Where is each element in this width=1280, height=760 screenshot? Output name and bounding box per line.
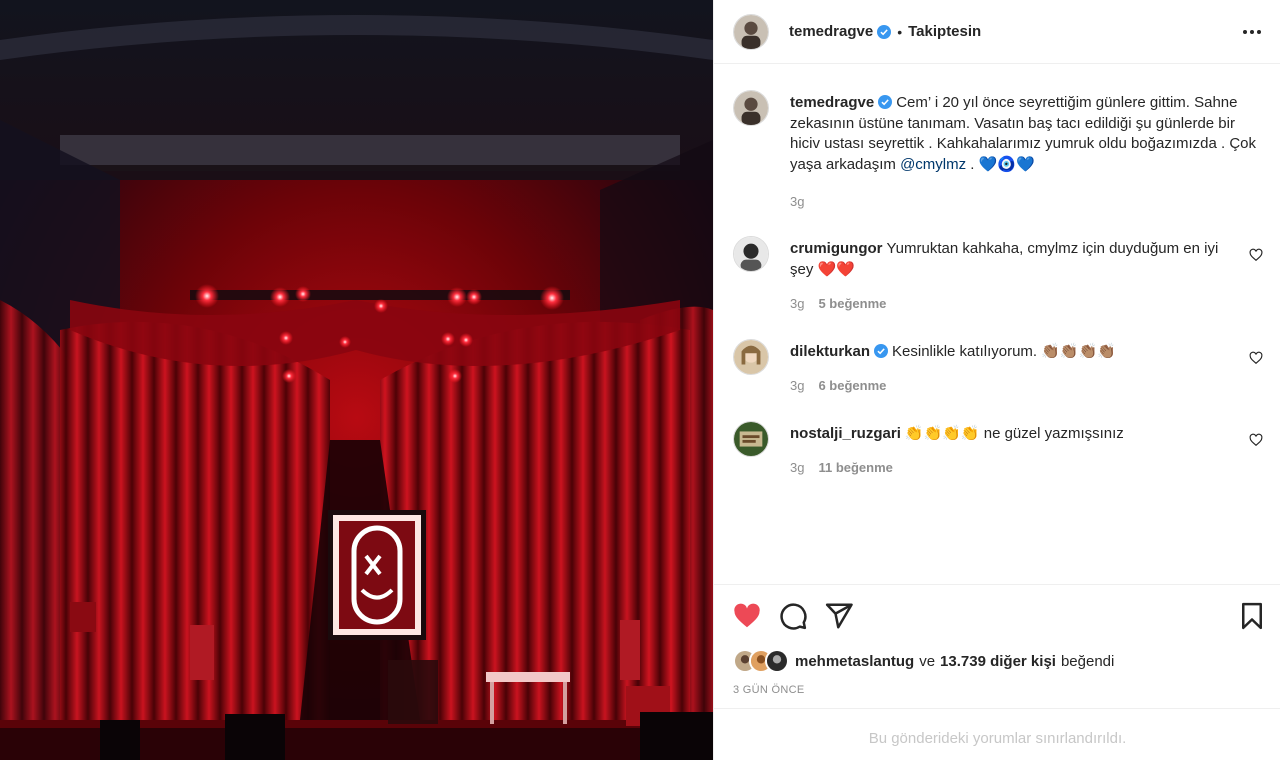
comment-item: dilekturkan Kesinlikle katılıyorum. 👏🏽👏🏽👏… bbox=[733, 339, 1263, 399]
likes-suffix: beğendi bbox=[1060, 652, 1115, 670]
likes-summary: mehmetaslantug ve 13.739 diğer kişi beğe… bbox=[733, 648, 1114, 674]
caption-username[interactable]: temedragve bbox=[790, 94, 874, 111]
comment-time[interactable]: 3g bbox=[790, 460, 804, 475]
caption-author-avatar[interactable] bbox=[733, 90, 769, 126]
post-caption: temedragve Cem’ i 20 yıl önce seyrettiğim… bbox=[733, 90, 1263, 210]
comment-item: nostalji_ruzgari 👏👏👏👏 ne güzel yazmışsını… bbox=[733, 421, 1263, 481]
comment-likes[interactable]: 5 beğenme bbox=[818, 296, 886, 311]
more-horizontal-icon[interactable] bbox=[1241, 22, 1263, 42]
comment-time[interactable]: 3g bbox=[790, 378, 804, 393]
commenter-avatar[interactable] bbox=[733, 236, 769, 272]
caption-text-end: . 💙🧿💙 bbox=[966, 155, 1035, 173]
comment-item: crumigungor Yumruktan kahkaha, cmylmz içi… bbox=[733, 236, 1263, 316]
comment-time[interactable]: 3g bbox=[790, 296, 804, 311]
first-liker-username[interactable]: mehmetaslantug bbox=[795, 653, 914, 670]
caption-mention-link[interactable]: @cmylmz bbox=[900, 156, 966, 173]
comment-likes[interactable]: 6 beğenme bbox=[818, 378, 886, 393]
comment-like-icon[interactable] bbox=[1249, 433, 1263, 447]
likes-connector: ve bbox=[919, 652, 936, 670]
commenter-username[interactable]: dilekturkan bbox=[790, 343, 870, 360]
comment-meta: 3g 5 beğenme bbox=[790, 296, 886, 311]
comment-meta: 3g 6 beğenme bbox=[790, 378, 886, 393]
verified-badge-icon bbox=[877, 24, 892, 39]
comments-restricted-notice: Bu gönderideki yorumlar sınırlandırıldı. bbox=[714, 708, 1280, 760]
author-username[interactable]: temedragve bbox=[789, 23, 873, 40]
caption-time[interactable]: 3g bbox=[790, 194, 804, 209]
comments-list[interactable]: temedragve Cem’ i 20 yıl önce seyrettiğim… bbox=[714, 64, 1280, 584]
commenter-avatar[interactable] bbox=[733, 339, 769, 375]
commenter-avatar[interactable] bbox=[733, 421, 769, 457]
post-photo[interactable] bbox=[0, 0, 713, 760]
comment-body: crumigungor Yumruktan kahkaha, cmylmz içi… bbox=[790, 239, 1237, 280]
comment-body: dilekturkan Kesinlikle katılıyorum. 👏🏽👏🏽👏… bbox=[790, 342, 1237, 363]
verified-badge-icon bbox=[874, 344, 889, 358]
liker-avatar bbox=[765, 649, 789, 673]
paper-plane-icon[interactable] bbox=[824, 601, 854, 631]
comment-bubble-icon[interactable] bbox=[778, 601, 808, 631]
liker-avatars[interactable] bbox=[733, 649, 791, 673]
caption-body: temedragve Cem’ i 20 yıl önce seyrettiğim… bbox=[790, 93, 1263, 175]
comment-like-icon[interactable] bbox=[1249, 351, 1263, 365]
post-detail-panel: temedragve • Takiptesin temedragve Cem’ i… bbox=[713, 0, 1280, 760]
heart-filled-icon[interactable] bbox=[732, 601, 762, 631]
bookmark-icon[interactable] bbox=[1237, 601, 1267, 631]
commenter-username[interactable]: nostalji_ruzgari bbox=[790, 425, 901, 442]
post-date[interactable]: 3 GÜN ÖNCE bbox=[733, 684, 804, 696]
comment-like-icon[interactable] bbox=[1249, 248, 1263, 262]
commenter-username[interactable]: crumigungor bbox=[790, 240, 883, 257]
post-header: temedragve • Takiptesin bbox=[714, 0, 1280, 64]
following-status-button[interactable]: Takiptesin bbox=[908, 23, 981, 40]
comment-text: Kesinlikle katılıyorum. 👏🏽👏🏽👏🏽👏🏽 bbox=[892, 343, 1116, 360]
post-actions-bar bbox=[714, 584, 1280, 640]
author-avatar[interactable] bbox=[733, 13, 769, 50]
verified-badge-icon bbox=[878, 95, 893, 109]
comment-text: 👏👏👏👏 ne güzel yazmışsınız bbox=[904, 425, 1124, 442]
comment-meta: 3g 11 beğenme bbox=[790, 460, 893, 475]
header-separator: • bbox=[897, 23, 903, 40]
comment-body: nostalji_ruzgari 👏👏👏👏 ne güzel yazmışsını… bbox=[790, 424, 1237, 445]
other-likers-count[interactable]: 13.739 diğer kişi bbox=[940, 653, 1056, 670]
comment-likes[interactable]: 11 beğenme bbox=[818, 460, 892, 475]
